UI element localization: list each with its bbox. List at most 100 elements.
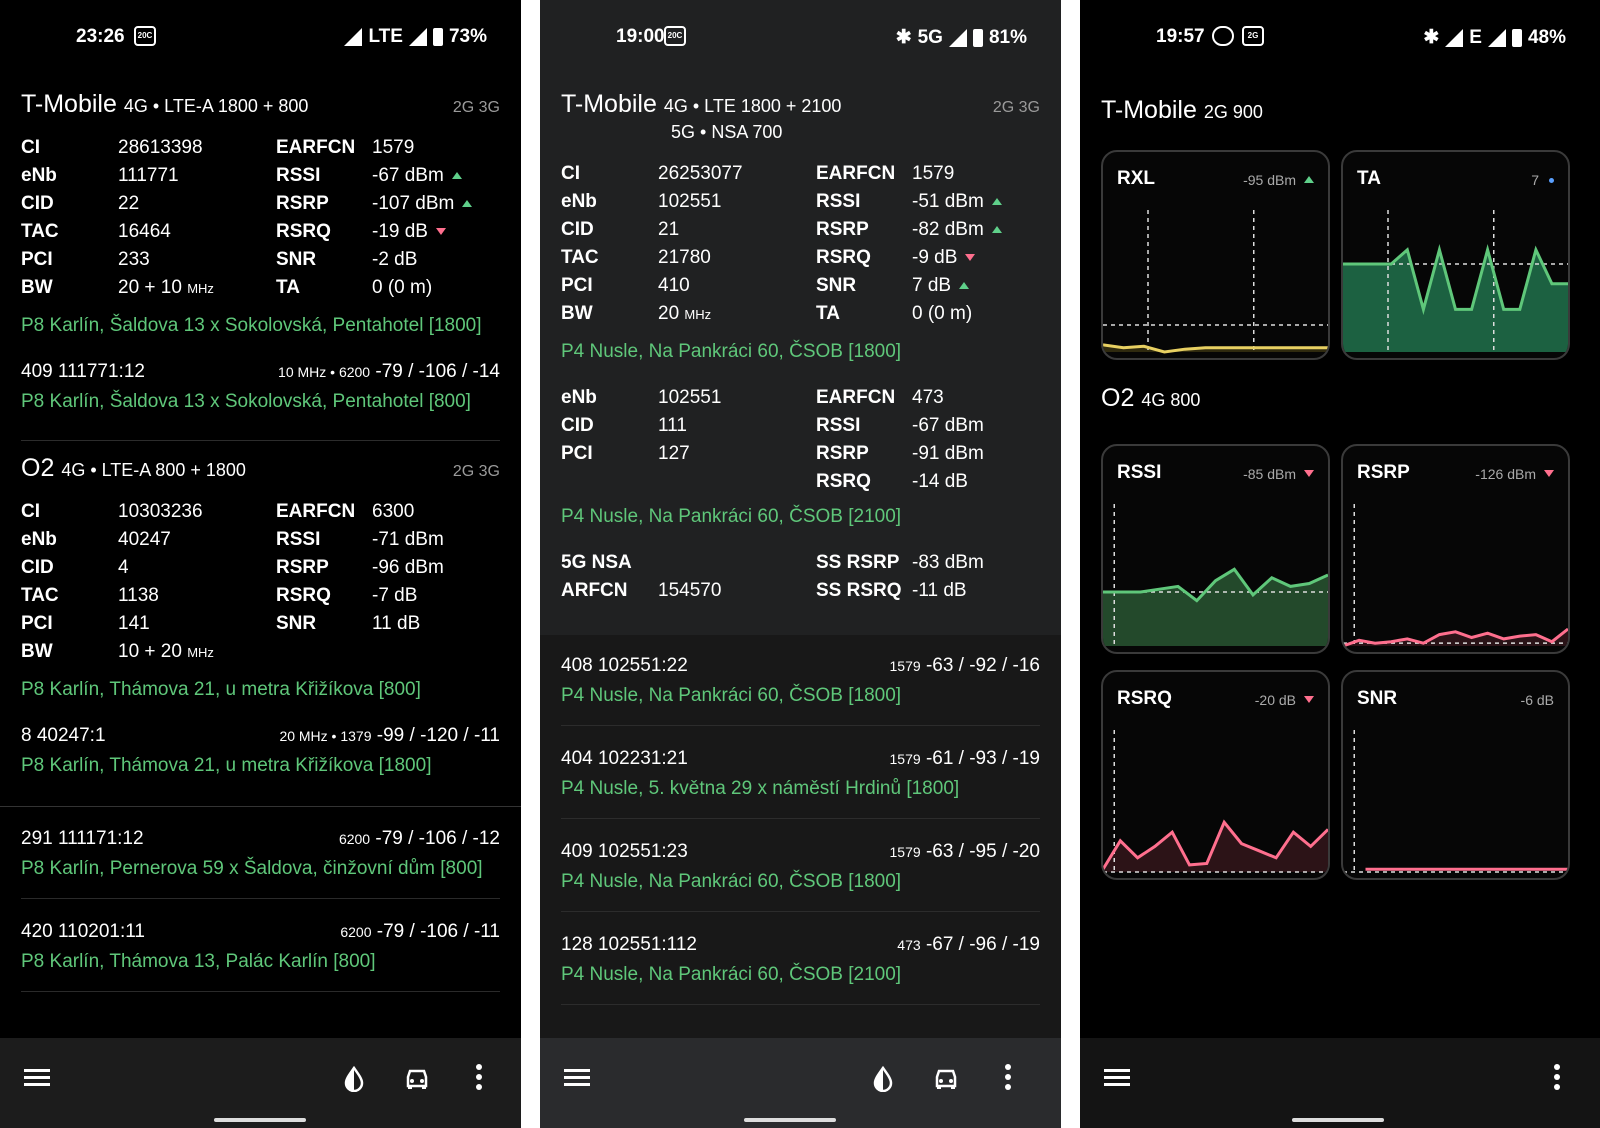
trend-up-icon xyxy=(1304,176,1314,183)
signal-param-label: RSRQ xyxy=(816,247,871,268)
neighbor-signal: -67 / -96 / -19 xyxy=(925,934,1040,955)
signal-param-text: 0 (0 m) xyxy=(372,277,433,298)
neighbor-values: 1579 -63 / -92 / -16 xyxy=(890,655,1041,677)
generation-toggle[interactable]: 2G 3G xyxy=(993,99,1040,117)
cell-location[interactable]: P4 Nusle, Na Pankráci 60, ČSOB [2100] xyxy=(561,506,901,528)
neighbor-location[interactable]: P4 Nusle, 5. května 29 x náměstí Hrdinů … xyxy=(561,778,959,800)
network-type: E xyxy=(1469,26,1482,48)
cell-param-text: 28613398 xyxy=(118,137,203,158)
notification-icon: 2G xyxy=(1242,26,1264,46)
neighbor-location[interactable]: P8 Karlín, Thámova 21, u metra Křižíkova… xyxy=(21,755,431,777)
home-indicator[interactable] xyxy=(214,1118,306,1122)
metric-card[interactable]: TA 7 xyxy=(1341,150,1570,360)
battery-icon xyxy=(972,28,983,47)
neighbor-location[interactable]: P4 Nusle, Na Pankráci 60, ČSOB [2100] xyxy=(561,964,901,986)
metric-card[interactable]: RXL -95 dBm xyxy=(1101,150,1330,360)
contrast-drop-icon[interactable] xyxy=(872,1066,894,1092)
car-icon[interactable] xyxy=(933,1068,959,1090)
neighbor-location[interactable]: P8 Karlín, Šaldova 13 x Sokolovská, Pent… xyxy=(21,391,471,413)
neighbor-location[interactable]: P8 Karlín, Thámova 13, Palác Karlín [800… xyxy=(21,951,376,973)
generation-toggle[interactable]: 2G 3G xyxy=(453,463,500,481)
neighbor-location[interactable]: P8 Karlín, Pernerova 59 x Šaldova, činžo… xyxy=(21,858,483,880)
bw-unit: MHz xyxy=(187,281,214,296)
cell-location[interactable]: P4 Nusle, Na Pankráci 60, ČSOB [1800] xyxy=(561,341,901,363)
trend-up-icon xyxy=(451,172,462,179)
list-divider xyxy=(561,1004,1040,1005)
metric-value-text: -6 dB xyxy=(1520,692,1554,708)
cell-param-value: 233 xyxy=(118,249,150,271)
cell-param-text: 1138 xyxy=(118,585,159,606)
home-indicator[interactable] xyxy=(744,1118,836,1122)
neighbor-signal: -99 / -120 / -11 xyxy=(376,725,500,746)
neighbor-location[interactable]: P4 Nusle, Na Pankráci 60, ČSOB [1800] xyxy=(561,685,901,707)
contrast-drop-icon[interactable] xyxy=(343,1066,365,1092)
signal-param-value: -9 dB xyxy=(912,247,976,269)
cell-location[interactable]: P8 Karlín, Šaldova 13 x Sokolovská, Pent… xyxy=(21,315,482,337)
signal-param-value: -107 dBm xyxy=(372,193,473,215)
signal-param-text: 0 (0 m) xyxy=(912,303,973,324)
signal-param-label: SNR xyxy=(276,613,317,634)
signal-param-text: -67 dBm xyxy=(912,415,984,436)
menu-icon[interactable] xyxy=(564,1069,590,1087)
neighbor-id: 128 102551:112 xyxy=(561,934,697,955)
operator-title: O2 4G • LTE-A 800 + 1800 xyxy=(21,454,246,483)
signal-param-label: TA xyxy=(276,277,300,298)
neighbor-meta: 20 MHz • 1379 xyxy=(279,728,372,744)
metric-card[interactable]: RSRQ -20 dB xyxy=(1101,670,1330,880)
ss-rsrq: -11 dB xyxy=(912,580,967,601)
battery-icon xyxy=(432,28,443,46)
neighbor-signal: -79 / -106 / -11 xyxy=(376,921,500,942)
bottom-bar xyxy=(540,1038,1061,1128)
nsa-arfcn: 154570 xyxy=(658,580,722,601)
cell-param-value: 16464 xyxy=(118,221,171,243)
signal-param-label: RSRP xyxy=(816,219,869,240)
more-vert-icon[interactable] xyxy=(1554,1064,1560,1090)
cell-param-label: BW xyxy=(21,277,53,298)
signal-icon xyxy=(344,28,363,46)
list-divider xyxy=(21,898,500,899)
cell-param-label: eNb xyxy=(21,165,57,186)
signal-param-text: -19 dB xyxy=(372,221,428,242)
bw-unit: MHz xyxy=(684,307,712,322)
cell-param-text: 141 xyxy=(118,613,150,634)
neighbor-values: 6200 -79 / -106 / -11 xyxy=(340,921,500,943)
home-indicator[interactable] xyxy=(1292,1118,1384,1122)
signal-param-text: -82 dBm xyxy=(912,219,984,240)
neighbor-id: 404 102231:21 xyxy=(561,748,688,769)
cell-location[interactable]: P8 Karlín, Thámova 21, u metra Křižíkova… xyxy=(21,679,421,701)
cell-param-label: PCI xyxy=(21,613,53,634)
cell-param-label: TAC xyxy=(21,221,59,242)
signal-param-text: -96 dBm xyxy=(372,557,444,578)
menu-icon[interactable] xyxy=(1104,1069,1130,1087)
metric-card[interactable]: RSRP -126 dBm xyxy=(1341,444,1570,654)
menu-icon[interactable] xyxy=(24,1069,50,1087)
neighbor-id: 409 102551:23 xyxy=(561,841,688,862)
signal-param-label: EARFCN xyxy=(276,501,356,522)
signal-param-value: 0 (0 m) xyxy=(372,277,432,299)
signal-icon xyxy=(948,28,967,47)
neighbor-location[interactable]: P4 Nusle, Na Pankráci 60, ČSOB [1800] xyxy=(561,871,901,893)
cell-param-text: 127 xyxy=(658,443,690,464)
more-vert-icon[interactable] xyxy=(1005,1064,1011,1090)
more-vert-icon[interactable] xyxy=(476,1064,482,1090)
neighbor-meta: 1579 xyxy=(889,751,921,767)
neighbor-signal: -63 / -92 / -16 xyxy=(925,655,1040,676)
neighbor-meta: 1579 xyxy=(889,844,921,860)
operator-name: O2 xyxy=(21,454,55,482)
generation-toggle[interactable]: 2G 3G xyxy=(453,99,500,117)
metric-title: RXL xyxy=(1117,168,1155,189)
list-divider xyxy=(561,818,1040,819)
signal-param-value: -51 dBm xyxy=(912,191,1002,213)
operator-title: T-Mobile 4G • LTE 1800 + 2100 xyxy=(561,90,841,119)
metric-card[interactable]: RSSI -85 dBm xyxy=(1101,444,1330,654)
metric-card[interactable]: SNR -6 dB xyxy=(1341,670,1570,880)
car-icon[interactable] xyxy=(404,1068,430,1090)
cell-param-text: 20 + 10 xyxy=(118,277,182,298)
metric-value: 7 xyxy=(1531,172,1554,188)
signal-param-value: -2 dB xyxy=(372,249,417,271)
cell-param-text: 4 xyxy=(118,557,129,578)
metric-value-text: -95 dBm xyxy=(1243,172,1296,188)
signal-param-text: 1579 xyxy=(912,163,955,184)
signal-param-label: RSRP xyxy=(816,443,869,464)
metric-value-text: -85 dBm xyxy=(1243,466,1296,482)
